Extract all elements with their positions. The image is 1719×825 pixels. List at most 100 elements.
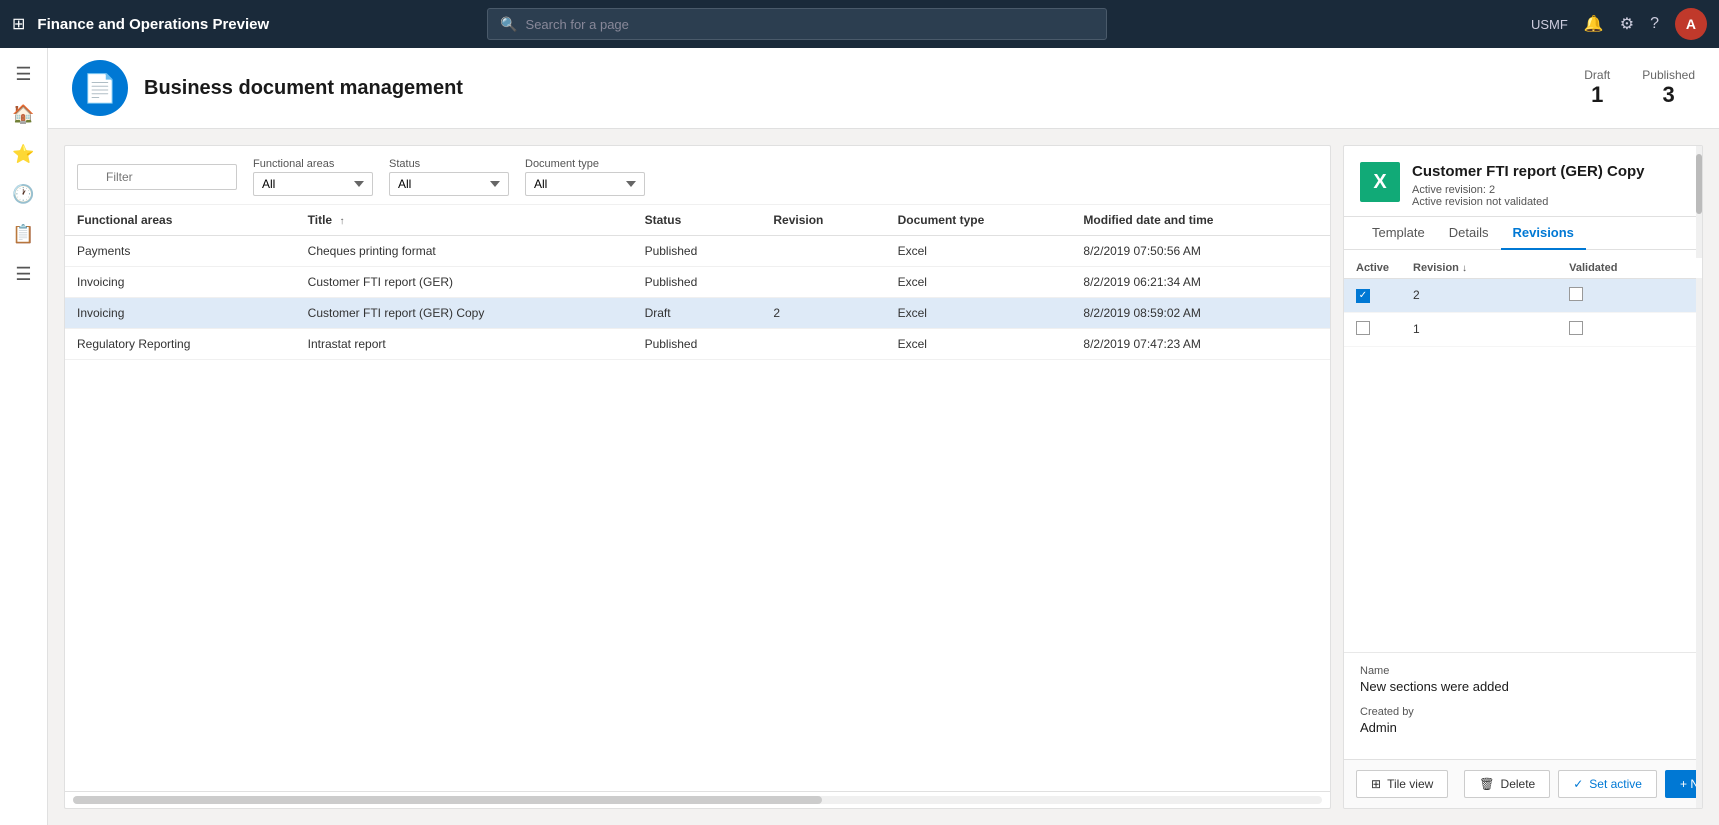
waffle-icon[interactable]: ⊞: [12, 14, 25, 34]
revision-row[interactable]: ✓ 2: [1344, 278, 1702, 312]
document-type-filter: Document type All: [525, 158, 645, 196]
cell-functional-area: Invoicing: [65, 267, 296, 298]
draft-value: 1: [1584, 82, 1610, 108]
stat-draft: Draft 1: [1584, 68, 1610, 108]
col-document-type[interactable]: Document type: [886, 205, 1072, 236]
user-company[interactable]: USMF: [1531, 17, 1568, 32]
revision-row[interactable]: 1: [1344, 312, 1702, 346]
search-icon: 🔍: [500, 16, 517, 33]
cell-revision: [761, 236, 885, 267]
excel-icon: X: [1360, 162, 1400, 202]
table-row[interactable]: Invoicing Customer FTI report (GER) Copy…: [65, 298, 1330, 329]
cell-functional-area: Regulatory Reporting: [65, 329, 296, 360]
sidebar-recent-icon[interactable]: 🕐: [6, 176, 42, 212]
tab-details[interactable]: Details: [1437, 217, 1501, 250]
table-row[interactable]: Invoicing Customer FTI report (GER) Publ…: [65, 267, 1330, 298]
data-table: Functional areas Title ↑ Status Revision…: [65, 205, 1330, 791]
created-by-value: Admin: [1360, 720, 1686, 735]
published-label: Published: [1642, 68, 1695, 82]
tab-template[interactable]: Template: [1360, 217, 1437, 250]
sidebar-home-icon[interactable]: 🏠: [6, 96, 42, 132]
notifications-icon[interactable]: 🔔: [1584, 14, 1604, 34]
cell-title: Customer FTI report (GER): [296, 267, 633, 298]
rev-col-revision[interactable]: Revision ↓: [1401, 258, 1557, 279]
settings-icon[interactable]: ⚙: [1620, 14, 1634, 34]
search-input[interactable]: [526, 17, 1095, 32]
validated-checkbox[interactable]: [1569, 287, 1583, 301]
cell-title: Cheques printing format: [296, 236, 633, 267]
cell-active: [1344, 312, 1401, 346]
cell-validated: [1557, 278, 1702, 312]
cell-title: Customer FTI report (GER) Copy: [296, 298, 633, 329]
functional-areas-label: Functional areas: [253, 158, 373, 170]
avatar[interactable]: A: [1675, 8, 1707, 40]
sidebar-menu-icon[interactable]: ☰: [6, 56, 42, 92]
filter-input[interactable]: [77, 164, 237, 190]
cell-functional-area: Invoicing: [65, 298, 296, 329]
col-status[interactable]: Status: [633, 205, 762, 236]
vertical-scrollbar[interactable]: [1696, 146, 1702, 808]
draft-label: Draft: [1584, 68, 1610, 82]
active-checkbox[interactable]: [1356, 321, 1370, 335]
horizontal-scrollbar[interactable]: [65, 791, 1330, 808]
document-type-select[interactable]: All: [525, 172, 645, 196]
search-bar: 🔍: [487, 8, 1107, 40]
tile-view-button[interactable]: ⊞ Tile view: [1356, 770, 1448, 798]
documents-table: Functional areas Title ↑ Status Revision…: [65, 205, 1330, 360]
cell-title: Intrastat report: [296, 329, 633, 360]
document-type-label: Document type: [525, 158, 645, 170]
name-label: Name: [1360, 665, 1686, 677]
active-checkbox[interactable]: ✓: [1356, 289, 1370, 303]
cell-active: ✓: [1344, 278, 1401, 312]
cell-revision-num: 1: [1401, 312, 1557, 346]
left-sidebar: ☰ 🏠 ⭐ 🕐 📋 ☰: [0, 48, 48, 825]
revisions-area: Active Revision ↓ Validated ✓ 2 1: [1344, 250, 1702, 653]
published-value: 3: [1642, 82, 1695, 108]
detail-panel: X Customer FTI report (GER) Copy Active …: [1343, 145, 1703, 809]
set-active-button[interactable]: ✓ Set active: [1558, 770, 1657, 798]
cell-modified: 8/2/2019 06:21:34 AM: [1071, 267, 1330, 298]
cell-status: Published: [633, 267, 762, 298]
table-row[interactable]: Payments Cheques printing format Publish…: [65, 236, 1330, 267]
status-filter: Status All: [389, 158, 509, 196]
detail-subtitle2: Active revision not validated: [1412, 196, 1645, 208]
col-modified[interactable]: Modified date and time: [1071, 205, 1330, 236]
top-navigation: ⊞ Finance and Operations Preview 🔍 USMF …: [0, 0, 1719, 48]
sidebar-workspaces-icon[interactable]: 📋: [6, 216, 42, 252]
status-select[interactable]: All: [389, 172, 509, 196]
cell-modified: 8/2/2019 07:47:23 AM: [1071, 329, 1330, 360]
cell-functional-area: Payments: [65, 236, 296, 267]
validated-checkbox[interactable]: [1569, 321, 1583, 335]
col-functional-areas[interactable]: Functional areas: [65, 205, 296, 236]
detail-fields: Name New sections were added Created by …: [1344, 652, 1702, 759]
help-icon[interactable]: ?: [1650, 15, 1659, 33]
rev-col-active: Active: [1344, 258, 1401, 279]
table-row[interactable]: Regulatory Reporting Intrastat report Pu…: [65, 329, 1330, 360]
cell-status: Published: [633, 236, 762, 267]
cell-status: Published: [633, 329, 762, 360]
header-stats: Draft 1 Published 3: [1584, 68, 1695, 108]
cell-modified: 8/2/2019 07:50:56 AM: [1071, 236, 1330, 267]
functional-areas-select[interactable]: All: [253, 172, 373, 196]
stat-published: Published 3: [1642, 68, 1695, 108]
tab-revisions[interactable]: Revisions: [1501, 217, 1586, 250]
delete-button[interactable]: 🗑 Delete: [1464, 770, 1550, 798]
filter-wrap: 🔍: [77, 164, 237, 190]
content-area: 🔍 Functional areas All Status All: [48, 129, 1719, 825]
cell-modified: 8/2/2019 08:59:02 AM: [1071, 298, 1330, 329]
detail-subtitle: Active revision: 2: [1412, 184, 1645, 196]
col-revision[interactable]: Revision: [761, 205, 885, 236]
delete-icon: 🗑: [1479, 777, 1494, 791]
action-bar: ⊞ Tile view 🗑 Delete ✓ Set active + New: [1344, 759, 1702, 808]
cell-status: Draft: [633, 298, 762, 329]
cell-revision: [761, 267, 885, 298]
detail-tabs: Template Details Revisions: [1344, 217, 1702, 250]
top-nav-right: USMF 🔔 ⚙ ? A: [1531, 8, 1707, 40]
col-title[interactable]: Title ↑: [296, 205, 633, 236]
name-value: New sections were added: [1360, 679, 1686, 694]
sidebar-favorites-icon[interactable]: ⭐: [6, 136, 42, 172]
sidebar-modules-icon[interactable]: ☰: [6, 256, 42, 292]
main-content: 📄 Business document management Draft 1 P…: [48, 48, 1719, 825]
status-label: Status: [389, 158, 509, 170]
functional-areas-filter: Functional areas All: [253, 158, 373, 196]
